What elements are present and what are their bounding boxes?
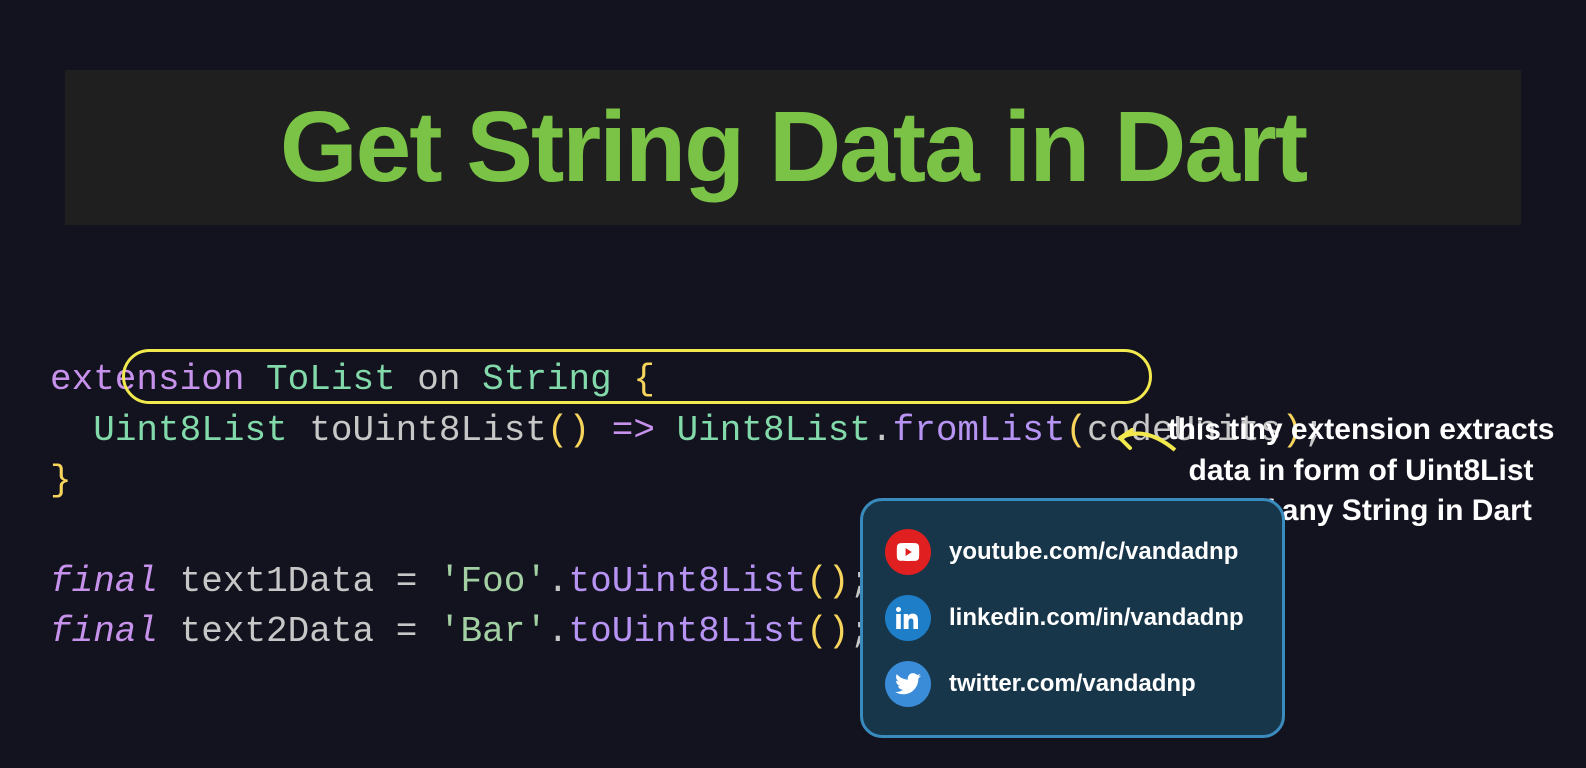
lparen: (: [1065, 410, 1087, 451]
page-title: Get String Data in Dart: [95, 90, 1491, 205]
equals: =: [396, 611, 418, 652]
rparen: ): [828, 561, 850, 602]
call-fromlist: fromList: [893, 410, 1066, 451]
social-card: youtube.com/c/vandadnp linkedin.com/in/v…: [860, 498, 1285, 738]
rparen: ): [828, 611, 850, 652]
brace-close: }: [50, 460, 72, 501]
linkedin-link-text: linkedin.com/in/vandadnp: [949, 604, 1244, 632]
equals: =: [396, 561, 418, 602]
brace-open: {: [633, 359, 655, 400]
linkedin-icon: [885, 595, 931, 641]
call-touint8list: toUint8List: [569, 611, 807, 652]
keyword-extension: extension: [50, 359, 244, 400]
twitter-icon: [885, 661, 931, 707]
keyword-final: final: [50, 561, 158, 602]
keyword-final: final: [50, 611, 158, 652]
youtube-link-text: youtube.com/c/vandadnp: [949, 538, 1238, 566]
social-row-linkedin[interactable]: linkedin.com/in/vandadnp: [885, 585, 1260, 651]
title-bar: Get String Data in Dart: [65, 70, 1521, 225]
return-type: Uint8List: [93, 410, 287, 451]
class-uint8list: Uint8List: [677, 410, 871, 451]
dot: .: [547, 611, 569, 652]
var-text2data: text2Data: [180, 611, 374, 652]
dot: .: [871, 410, 893, 451]
method-name: toUint8List: [309, 410, 547, 451]
extension-name: ToList: [266, 359, 396, 400]
social-row-twitter[interactable]: twitter.com/vandadnp: [885, 651, 1260, 717]
parens: (): [547, 410, 590, 451]
youtube-icon: [885, 529, 931, 575]
string-foo: 'Foo': [439, 561, 547, 602]
lparen: (: [806, 611, 828, 652]
lparen: (: [806, 561, 828, 602]
var-text1data: text1Data: [180, 561, 374, 602]
social-row-youtube[interactable]: youtube.com/c/vandadnp: [885, 519, 1260, 585]
dot: .: [547, 561, 569, 602]
class-string: String: [482, 359, 612, 400]
string-bar: 'Bar': [439, 611, 547, 652]
call-touint8list: toUint8List: [569, 561, 807, 602]
keyword-on: on: [417, 359, 460, 400]
arrow-op: =>: [612, 410, 655, 451]
twitter-link-text: twitter.com/vandadnp: [949, 670, 1196, 698]
